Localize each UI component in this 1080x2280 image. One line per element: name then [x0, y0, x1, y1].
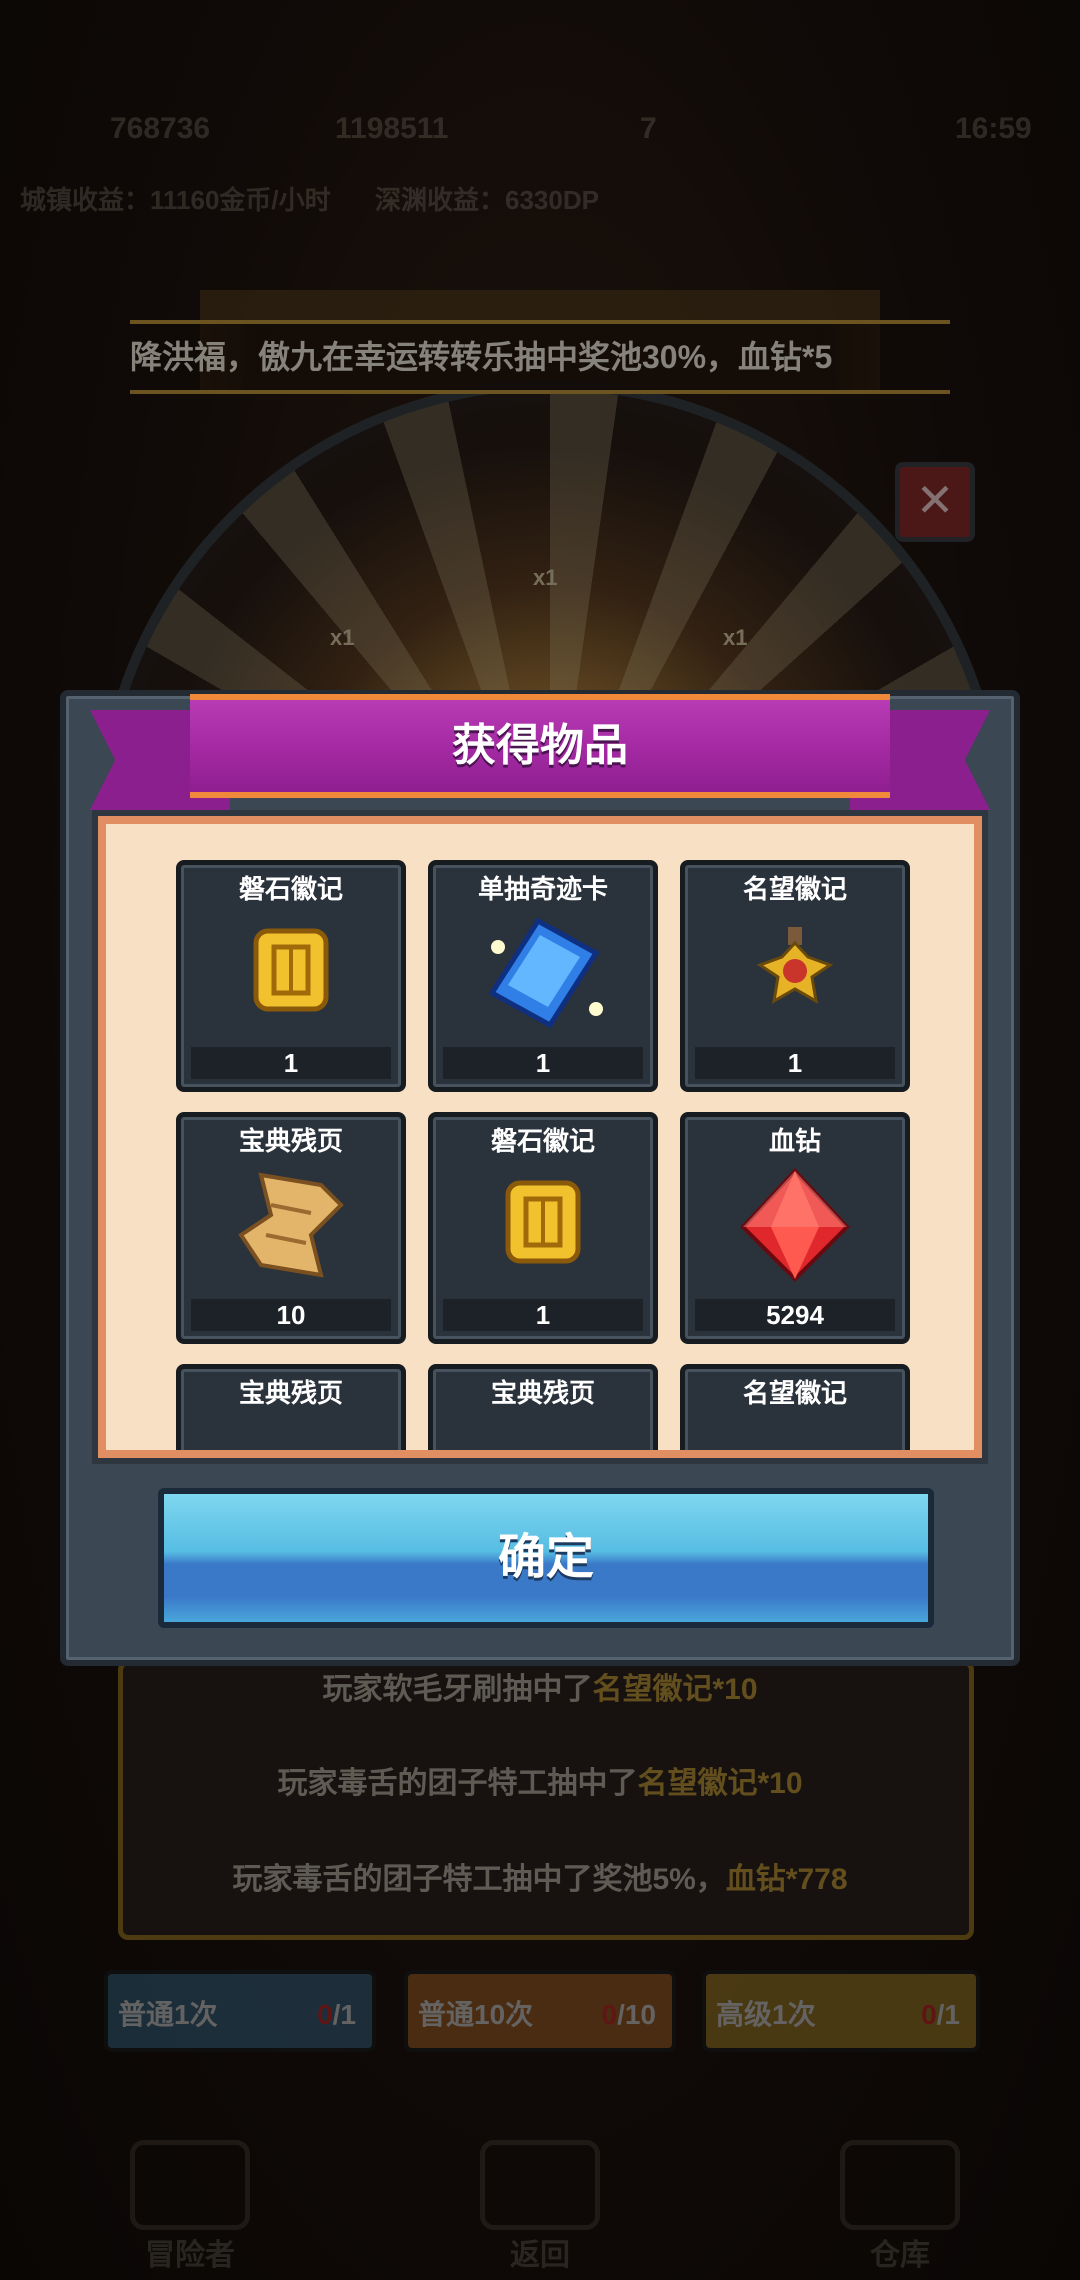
item-name: 磐石徽记 [490, 1126, 595, 1156]
reward-item[interactable]: 宝典残页 10 [176, 1112, 406, 1344]
item-quantity: 1 [443, 1047, 643, 1079]
item-quantity: 10 [191, 1299, 391, 1331]
reward-item[interactable]: 宝典残页 [428, 1364, 658, 1450]
reward-item[interactable]: 磐石徽记 1 [176, 860, 406, 1092]
item-name: 血钻 [768, 1126, 821, 1156]
item-quantity: 1 [443, 1299, 643, 1331]
blue-card-icon [488, 917, 603, 1029]
reward-item[interactable]: 血钻 5294 [680, 1112, 910, 1344]
dialog-title: 获得物品 [452, 721, 628, 770]
scroll-icon [238, 1172, 344, 1278]
item-name: 名望徽记 [742, 874, 847, 904]
item-quantity: 1 [191, 1047, 391, 1079]
item-name: 单抽奇迹卡 [477, 874, 608, 904]
item-name: 磐石徽记 [238, 874, 343, 904]
reward-item[interactable]: 单抽奇迹卡 1 [428, 860, 658, 1092]
medal-icon [756, 927, 834, 1004]
item-name: 宝典残页 [238, 1126, 343, 1156]
reward-item[interactable]: 名望徽记 [680, 1364, 910, 1450]
item-name: 宝典残页 [238, 1378, 343, 1408]
confirm-button-label[interactable]: 确定 [158, 1488, 934, 1628]
gold-emblem-icon [505, 1180, 581, 1264]
item-quantity: 1 [695, 1047, 895, 1079]
reward-item[interactable]: 名望徽记 1 [680, 860, 910, 1092]
item-name: 宝典残页 [490, 1378, 595, 1408]
red-gem-icon [740, 1168, 850, 1282]
reward-item[interactable]: 磐石徽记 1 [428, 1112, 658, 1344]
gold-emblem-icon [253, 928, 329, 1012]
item-quantity: 5294 [695, 1299, 895, 1331]
reward-item[interactable]: 宝典残页 [176, 1364, 406, 1450]
item-name: 名望徽记 [742, 1378, 847, 1408]
reward-list[interactable]: 磐石徽记 1 单抽奇迹卡 1 名望徽记 1 宝典残页 10 磐石徽记 1 血钻 … [98, 816, 982, 1458]
